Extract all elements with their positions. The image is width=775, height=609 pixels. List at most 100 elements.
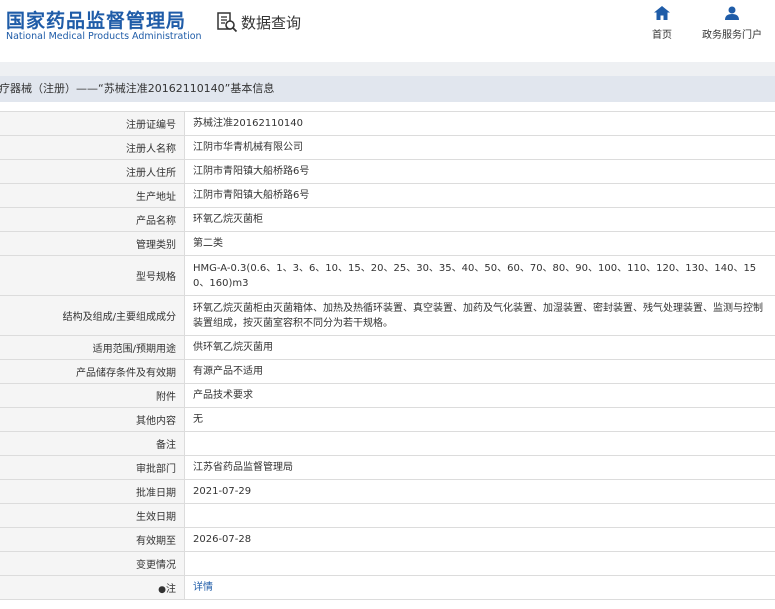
field-value-text: 江阴市华青机械有限公司	[193, 142, 303, 153]
table-row: 批准日期 2021-07-29	[0, 479, 775, 504]
field-label-text: 附件	[156, 392, 176, 403]
field-label-text: 管理类别	[136, 240, 176, 251]
field-value: 无	[184, 407, 775, 432]
field-value: 2026-07-28	[184, 527, 775, 552]
field-value-text: 供环氧乙烷灭菌用	[193, 342, 273, 353]
field-value-text: 有源产品不适用	[193, 366, 263, 377]
header-divider	[0, 62, 775, 76]
table-row: 产品储存条件及有效期 有源产品不适用	[0, 359, 775, 384]
field-value-text: 江阴市青阳镇大船桥路6号	[193, 166, 310, 177]
field-value-text: 第二类	[193, 238, 223, 249]
field-label-text: 注册人住所	[126, 168, 176, 179]
field-label: 其他内容	[0, 407, 185, 432]
field-value-text: 江苏省药品监督管理局	[193, 462, 293, 473]
nav-service-portal[interactable]: 政务服务门户	[692, 6, 772, 41]
field-label-text: 适用范围/预期用途	[92, 344, 176, 355]
field-value: 第二类	[184, 231, 775, 256]
field-value-text: 环氧乙烷灭菌柜由灭菌箱体、加热及热循环装置、真空装置、加药及气化装置、加湿装置、…	[193, 302, 763, 329]
field-value-text: HMG-A-0.3(0.6、1、3、6、10、15、20、25、30、35、40…	[193, 262, 757, 289]
table-row: ●注 详情	[0, 575, 775, 600]
site-header: 国家药品监督管理局 National Medical Products Admi…	[0, 0, 775, 62]
site-logo-title[interactable]: 国家药品监督管理局	[6, 6, 186, 33]
field-label-text: 产品储存条件及有效期	[76, 368, 176, 379]
field-value-text: 江阴市青阳镇大船桥路6号	[193, 190, 310, 201]
table-row: 附件 产品技术要求	[0, 383, 775, 408]
table-row: 审批部门 江苏省药品监督管理局	[0, 455, 775, 480]
field-label-text: 型号规格	[136, 272, 176, 283]
field-label-text: 变更情况	[136, 560, 176, 571]
field-label: 审批部门	[0, 455, 185, 480]
field-value: 详情	[184, 575, 775, 600]
field-label: 变更情况	[0, 551, 185, 576]
field-value	[184, 503, 775, 528]
data-query-label: 数据查询	[241, 13, 302, 32]
field-label: 有效期至	[0, 527, 185, 552]
field-label: 管理类别	[0, 231, 185, 256]
home-icon	[654, 6, 670, 20]
field-value-text: 环氧乙烷灭菌柜	[193, 214, 263, 225]
table-row: 生效日期	[0, 503, 775, 528]
field-label: 适用范围/预期用途	[0, 335, 185, 360]
field-label-text: 有效期至	[136, 536, 176, 547]
nav-home-label: 首页	[652, 30, 672, 41]
field-label-text: 备注	[156, 440, 176, 451]
field-label: ●注	[0, 575, 185, 600]
field-value: 产品技术要求	[184, 383, 775, 408]
field-value	[184, 551, 775, 576]
field-value: 江阴市青阳镇大船桥路6号	[184, 183, 775, 208]
field-label: 注册证编号	[0, 111, 185, 136]
field-label: 批准日期	[0, 479, 185, 504]
field-label: 附件	[0, 383, 185, 408]
field-value: 环氧乙烷灭菌柜	[184, 207, 775, 232]
field-value-text: 苏械注准20162110140	[193, 118, 303, 129]
field-value	[184, 431, 775, 456]
table-row: 注册人名称 江阴市华青机械有限公司	[0, 135, 775, 160]
field-label-text: 注	[166, 584, 176, 595]
detail-link[interactable]: 详情	[193, 582, 213, 593]
field-label-text: 注册人名称	[126, 144, 176, 155]
field-label-text: 产品名称	[136, 216, 176, 227]
field-label: 注册人名称	[0, 135, 185, 160]
field-value: 江阴市青阳镇大船桥路6号	[184, 159, 775, 184]
field-value: 环氧乙烷灭菌柜由灭菌箱体、加热及热循环装置、真空装置、加药及气化装置、加湿装置、…	[184, 295, 775, 336]
field-label: 备注	[0, 431, 185, 456]
table-row: 适用范围/预期用途 供环氧乙烷灭菌用	[0, 335, 775, 360]
table-row: 注册人住所 江阴市青阳镇大船桥路6号	[0, 159, 775, 184]
registration-info-table: 注册证编号 苏械注准20162110140 注册人名称 江阴市华青机械有限公司注册人住…	[0, 111, 775, 600]
breadcrumb: 医疗器械（注册）——“苏械注准20162110140”基本信息	[0, 76, 775, 102]
table-row: 型号规格 HMG-A-0.3(0.6、1、3、6、10、15、20、25、30、3…	[0, 255, 775, 296]
field-label-text: 批准日期	[136, 488, 176, 499]
site-logo-subtitle: National Medical Products Administration	[6, 31, 202, 42]
field-value-text: 无	[193, 414, 203, 425]
field-value: HMG-A-0.3(0.6、1、3、6、10、15、20、25、30、35、40…	[184, 255, 775, 296]
field-label-text: 注册证编号	[126, 120, 176, 131]
table-row: 产品名称 环氧乙烷灭菌柜	[0, 207, 775, 232]
field-label-text: 其他内容	[136, 416, 176, 427]
field-label-text: 审批部门	[136, 464, 176, 475]
nav-home[interactable]: 首页	[622, 6, 702, 41]
field-label-text: 生产地址	[136, 192, 176, 203]
field-value-text: 2021-07-29	[193, 486, 252, 497]
table-row: 变更情况	[0, 551, 775, 576]
field-value: 供环氧乙烷灭菌用	[184, 335, 775, 360]
field-label: 生效日期	[0, 503, 185, 528]
table-row: 其他内容 无	[0, 407, 775, 432]
table-row: 管理类别 第二类	[0, 231, 775, 256]
table-row: 备注	[0, 431, 775, 456]
field-value: 江阴市华青机械有限公司	[184, 135, 775, 160]
table-row: 有效期至 2026-07-28	[0, 527, 775, 552]
field-value: 有源产品不适用	[184, 359, 775, 384]
field-value-text: 2026-07-28	[193, 534, 252, 545]
field-label: 注册人住所	[0, 159, 185, 184]
table-row: 注册证编号 苏械注准20162110140	[0, 111, 775, 136]
field-label: 产品储存条件及有效期	[0, 359, 185, 384]
nav-service-portal-label: 政务服务门户	[702, 30, 762, 41]
field-label-text: 生效日期	[136, 512, 176, 523]
field-label: 生产地址	[0, 183, 185, 208]
field-value: 苏械注准20162110140	[184, 111, 775, 136]
data-query-link[interactable]: 数据查询	[216, 10, 301, 34]
table-row: 生产地址 江阴市青阳镇大船桥路6号	[0, 183, 775, 208]
table-row: 结构及组成/主要组成成分 环氧乙烷灭菌柜由灭菌箱体、加热及热循环装置、真空装置、加…	[0, 295, 775, 336]
field-value: 江苏省药品监督管理局	[184, 455, 775, 480]
pin-icon: ●	[158, 585, 166, 595]
